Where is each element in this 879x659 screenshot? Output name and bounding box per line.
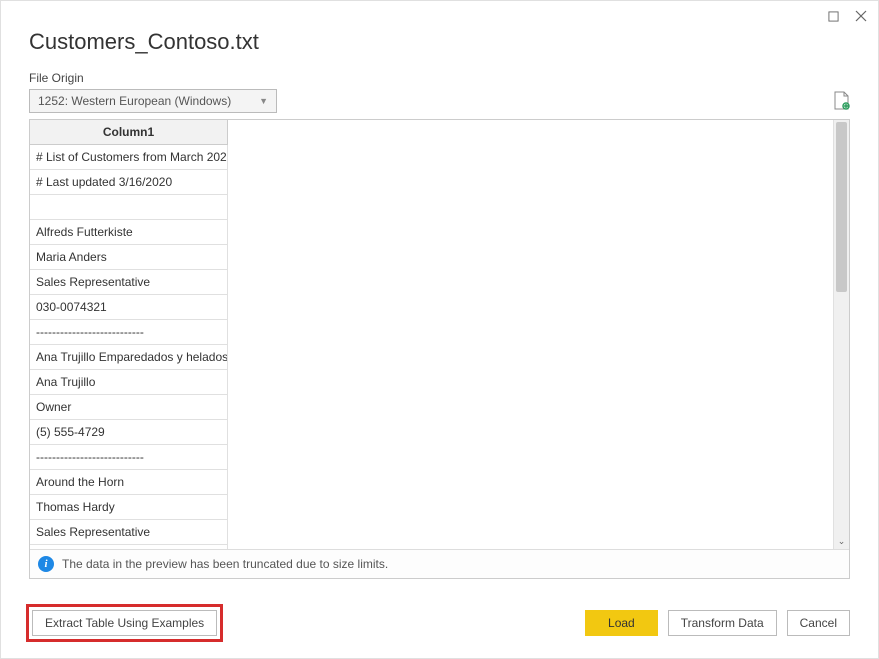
table-cell[interactable]: Ana Trujillo [30, 369, 228, 394]
table-cell[interactable] [30, 194, 228, 219]
close-icon[interactable] [854, 9, 868, 23]
table-cell[interactable]: --------------------------- [30, 444, 228, 469]
scroll-down-icon[interactable]: ⌄ [834, 533, 849, 549]
table-row: Alfreds Futterkiste [30, 219, 228, 244]
table-cell[interactable]: Maria Anders [30, 244, 228, 269]
table-row: --------------------------- [30, 319, 228, 344]
table-row: Owner [30, 394, 228, 419]
file-origin-label: File Origin [29, 71, 850, 85]
table-cell[interactable]: --------------------------- [30, 319, 228, 344]
table-cell[interactable]: # List of Customers from March 2020 [30, 144, 228, 169]
table-cell[interactable]: Around the Horn [30, 469, 228, 494]
table-cell[interactable]: Alfreds Futterkiste [30, 219, 228, 244]
table-row [30, 194, 228, 219]
table-cell[interactable]: Owner [30, 394, 228, 419]
table-row: # Last updated 3/16/2020 [30, 169, 228, 194]
table-row: Maria Anders [30, 244, 228, 269]
table-cell[interactable]: Sales Representative [30, 519, 228, 544]
table-row: 030-0074321 [30, 294, 228, 319]
table-cell[interactable]: Ana Trujillo Emparedados y helados [30, 344, 228, 369]
scrollbar-thumb[interactable] [836, 122, 847, 292]
table-cell[interactable]: Thomas Hardy [30, 494, 228, 519]
table-cell[interactable]: (171) 555-7788 [30, 544, 228, 549]
preview-pane: Column1 # List of Customers from March 2… [29, 119, 850, 579]
table-cell[interactable]: (5) 555-4729 [30, 419, 228, 444]
maximize-icon[interactable] [826, 9, 840, 23]
table-row: Ana Trujillo Emparedados y helados [30, 344, 228, 369]
table-row: # List of Customers from March 2020 [30, 144, 228, 169]
extract-table-button[interactable]: Extract Table Using Examples [32, 610, 217, 636]
info-icon: i [38, 556, 54, 572]
table-cell[interactable]: 030-0074321 [30, 294, 228, 319]
table-row: Sales Representative [30, 269, 228, 294]
table-row: Sales Representative [30, 519, 228, 544]
file-origin-select[interactable]: 1252: Western European (Windows) ▼ [29, 89, 277, 113]
table-row: Ana Trujillo [30, 369, 228, 394]
table-row: --------------------------- [30, 444, 228, 469]
dialog-title: Customers_Contoso.txt [1, 1, 878, 71]
column-header[interactable]: Column1 [30, 120, 228, 144]
info-message: The data in the preview has been truncat… [62, 557, 388, 571]
table-row: (171) 555-7788 [30, 544, 228, 549]
table-row: Around the Horn [30, 469, 228, 494]
info-bar: i The data in the preview has been trunc… [30, 549, 849, 578]
transform-data-button[interactable]: Transform Data [668, 610, 777, 636]
table-row: (5) 555-4729 [30, 419, 228, 444]
preview-table: Column1 # List of Customers from March 2… [30, 120, 228, 549]
vertical-scrollbar[interactable]: ⌄ [833, 120, 849, 549]
chevron-down-icon: ▼ [259, 96, 268, 106]
load-button[interactable]: Load [585, 610, 658, 636]
table-row: Thomas Hardy [30, 494, 228, 519]
table-cell[interactable]: Sales Representative [30, 269, 228, 294]
document-icon[interactable] [834, 91, 850, 111]
table-cell[interactable]: # Last updated 3/16/2020 [30, 169, 228, 194]
file-origin-value: 1252: Western European (Windows) [38, 94, 231, 108]
cancel-button[interactable]: Cancel [787, 610, 850, 636]
